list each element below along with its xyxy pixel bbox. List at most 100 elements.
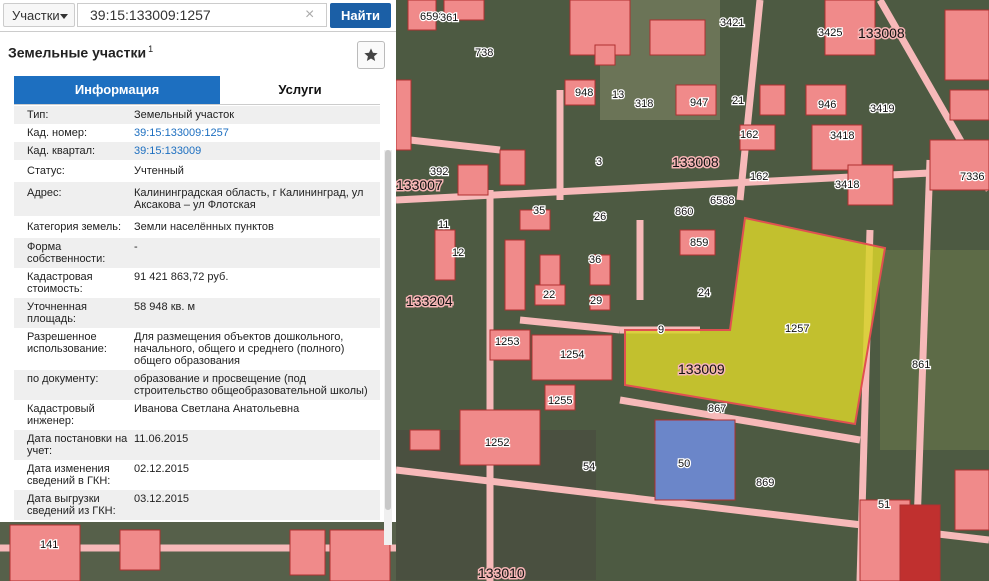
info-row: Кад. номер: 39:15:133009:1257 xyxy=(14,124,380,142)
cadastral-number-link[interactable]: 39:15:133009:1257 xyxy=(134,127,380,139)
row-label: Кадастровая стоимость: xyxy=(27,271,93,295)
info-table: Тип: Земельный участок Кад. номер: 39:15… xyxy=(14,106,380,520)
map-label: 9 xyxy=(658,324,664,336)
map-label: 133204 xyxy=(406,293,453,309)
map-label: 162 xyxy=(750,171,768,183)
map-label: 869 xyxy=(756,477,774,489)
row-value: Калининградская область, г Калининград, … xyxy=(134,187,364,211)
row-value: Для размещения объектов дошкольного, нач… xyxy=(134,331,345,367)
cadastral-block-link[interactable]: 39:15:133009 xyxy=(134,145,380,157)
row-label: Кадастровый инженер: xyxy=(27,403,95,427)
info-row: Уточненная площадь: 58 948 кв. м xyxy=(14,298,380,328)
row-value: 91 421 863,72 руб. xyxy=(134,271,229,283)
map-label: 133009 xyxy=(678,361,725,377)
map-label: 738 xyxy=(475,47,493,59)
row-value: Учтенный xyxy=(134,165,184,177)
map-label: 133010 xyxy=(478,565,525,581)
search-input[interactable] xyxy=(77,3,327,27)
map-label: 3425 xyxy=(818,27,842,39)
map-label: 947 xyxy=(690,97,708,109)
map-label: 3418 xyxy=(835,179,859,191)
map-label: 361 xyxy=(440,12,458,24)
search-type-label: Участки xyxy=(12,8,60,23)
row-label: Уточненная площадь: xyxy=(27,301,87,325)
row-label: по документу: xyxy=(27,373,99,385)
clear-icon[interactable]: × xyxy=(305,6,314,24)
panel-title-count: 1 xyxy=(148,44,154,54)
search-bar: Участки × Найти xyxy=(0,0,396,32)
map-label: 867 xyxy=(708,403,726,415)
map-label: 3 xyxy=(596,156,602,168)
info-row: Статус: Учтенный xyxy=(14,160,380,182)
panel-title: Земельные участки 1 xyxy=(8,44,153,61)
scrollbar-thumb[interactable] xyxy=(385,150,391,510)
map-label: 1257 xyxy=(785,323,809,335)
panel-title-text: Земельные участки xyxy=(8,44,147,61)
map-label: 141 xyxy=(40,539,58,551)
map-label: 162 xyxy=(740,129,758,141)
map-label: 26 xyxy=(594,211,606,223)
info-row: Кад. квартал: 39:15:133009 xyxy=(14,142,380,160)
map-label: 3418 xyxy=(830,130,854,142)
info-row: Категория земель: Земли населённых пункт… xyxy=(14,216,380,238)
map-label: 3419 xyxy=(870,103,894,115)
map-label: 11 xyxy=(438,219,449,231)
row-value: Иванова Светлана Анатольевна xyxy=(134,403,300,415)
row-value: образование и просвещение (под строитель… xyxy=(134,373,368,397)
map-label: 6588 xyxy=(710,195,734,207)
map-label: 1252 xyxy=(485,437,509,449)
row-value: 03.12.2015 xyxy=(134,493,190,505)
map-label: 24 xyxy=(698,287,710,299)
row-value: - xyxy=(134,241,138,253)
row-label: Категория земель: xyxy=(27,221,122,233)
row-value: Земельный участок xyxy=(134,109,235,121)
row-label: Дата изменения сведений в ГКН: xyxy=(27,463,111,487)
map-label: 1254 xyxy=(560,349,584,361)
map-label: 36 xyxy=(589,254,601,266)
row-value: Земли населённых пунктов xyxy=(134,221,274,233)
search-type-select[interactable]: Участки xyxy=(3,3,75,27)
row-label: Тип: xyxy=(27,109,49,121)
map-label: 860 xyxy=(675,206,693,218)
map-label: 1253 xyxy=(495,336,519,348)
row-label: Кад. квартал: xyxy=(27,145,96,157)
map-label: 35 xyxy=(533,205,545,217)
tab-services[interactable]: Услуги xyxy=(220,76,380,104)
map-label: 13 xyxy=(612,89,624,101)
info-row: Форма собственности: - xyxy=(14,238,380,268)
row-label: Дата выгрузки сведений из ГКН: xyxy=(27,493,116,517)
row-label: Статус: xyxy=(27,165,65,177)
info-row: Адрес: Калининградская область, г Калини… xyxy=(14,182,380,216)
map-label: 54 xyxy=(583,461,595,473)
map-label: 7336 xyxy=(960,171,984,183)
map-label: 859 xyxy=(690,237,708,249)
info-row: по документу: образование и просвещение … xyxy=(14,370,380,400)
tab-information[interactable]: Информация xyxy=(14,76,220,104)
row-label: Разрешенное использование: xyxy=(27,331,107,355)
caret-down-icon xyxy=(60,14,68,19)
row-value: 11.06.2015 xyxy=(134,433,189,445)
row-label: Форма собственности: xyxy=(27,241,106,265)
map-label: 861 xyxy=(912,359,930,371)
map-label: 51 xyxy=(878,499,890,511)
map-label: 29 xyxy=(590,295,602,307)
row-value: 02.12.2015 xyxy=(134,463,190,475)
row-label: Адрес: xyxy=(27,187,62,199)
map-label: 133008 xyxy=(672,154,719,170)
info-row: Дата выгрузки сведений из ГКН: 03.12.201… xyxy=(14,490,380,520)
panel-scrollbar[interactable] xyxy=(384,150,392,545)
map-label: 21 xyxy=(732,95,744,107)
map-label: 50 xyxy=(678,458,690,470)
info-row: Разрешенное использование: Для размещени… xyxy=(14,328,380,370)
info-panel: Земельные участки 1 Информация Услуги Тип… xyxy=(0,32,396,545)
info-row: Кадастровый инженер: Иванова Светлана Ан… xyxy=(14,400,380,430)
map-label: 948 xyxy=(575,87,593,99)
row-label: Дата постановки на учет: xyxy=(27,433,128,457)
favorite-button[interactable] xyxy=(357,41,385,69)
find-button[interactable]: Найти xyxy=(330,3,391,28)
star-icon xyxy=(364,48,378,61)
map-label: 1255 xyxy=(548,395,572,407)
map-label: 3421 xyxy=(720,17,744,29)
info-row: Дата изменения сведений в ГКН: 02.12.201… xyxy=(14,460,380,490)
map-label: 133007 xyxy=(396,177,443,193)
